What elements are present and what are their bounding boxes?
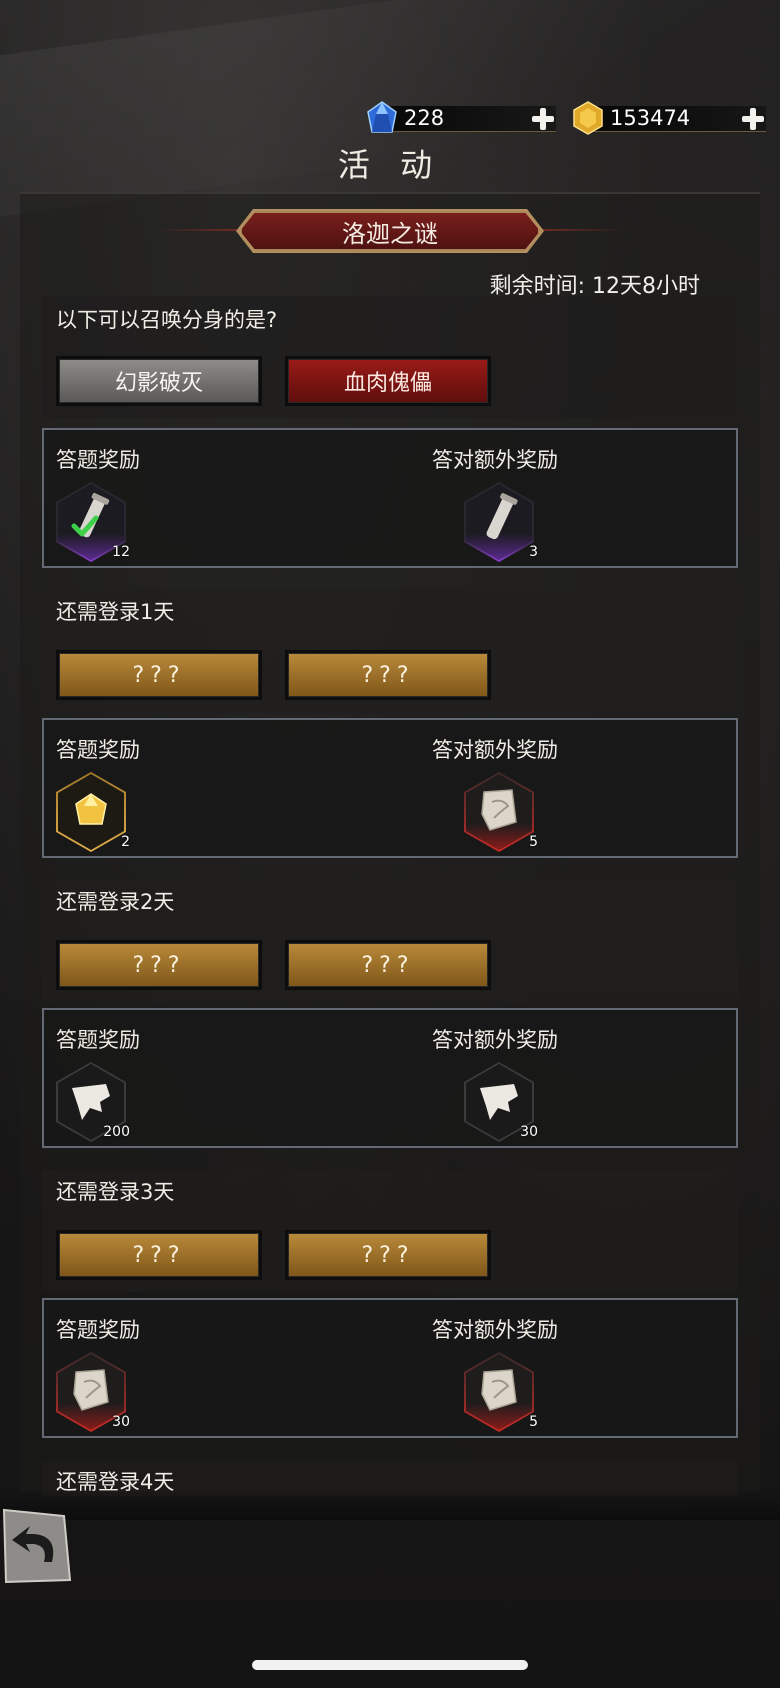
locked-option-1: ??? (56, 650, 262, 700)
back-button[interactable] (0, 1508, 72, 1584)
back-arrow-icon (2, 1508, 72, 1584)
item-count: 5 (529, 1414, 538, 1430)
reward-block: 答题奖励 答对额外奖励 200 30 (42, 1008, 738, 1148)
gold-coin-icon (573, 101, 603, 135)
item-count: 30 (520, 1124, 538, 1140)
locked-option-2: ??? (285, 1230, 491, 1280)
reward-block: 答题奖励 答对额外奖励 30 5 (42, 1298, 738, 1438)
login-requirement: 还需登录2天 (56, 890, 175, 914)
locked-option-1: ??? (56, 1230, 262, 1280)
login-requirement: 还需登录3天 (56, 1180, 175, 1204)
reward-item[interactable]: 2 (56, 772, 130, 852)
reward-item[interactable]: 30 (464, 1062, 538, 1142)
item-count: 12 (112, 544, 130, 560)
extra-reward-label: 答对额外奖励 (432, 1318, 558, 1342)
page-title: 活 动 (337, 146, 443, 184)
reward-item[interactable]: 200 (56, 1062, 130, 1142)
bottom-bar (0, 1490, 780, 1520)
gold-currency: 153474 (570, 101, 766, 135)
reward-block: 答题奖励 答对额外奖励 12 3 (42, 428, 738, 568)
event-banner: 洛迦之谜 (240, 211, 540, 251)
reward-item[interactable]: 12 (56, 482, 130, 562)
answer-option-2[interactable]: 血肉傀儡 (285, 356, 491, 406)
reward-item[interactable]: 30 (56, 1352, 130, 1432)
reward-item[interactable]: 5 (464, 1352, 538, 1432)
extra-reward-label: 答对额外奖励 (432, 738, 558, 762)
extra-reward-label: 答对额外奖励 (432, 1028, 558, 1052)
locked-option-2: ??? (285, 940, 491, 990)
add-gems-button[interactable] (532, 108, 554, 130)
item-count: 200 (103, 1124, 130, 1140)
extra-reward-label: 答对额外奖励 (432, 448, 558, 472)
scroll-icon (486, 493, 518, 540)
locked-question-block: 还需登录3天 ??? ??? (42, 1170, 738, 1292)
gold-amount: 153474 (610, 106, 691, 130)
reward-item[interactable]: 5 (464, 772, 538, 852)
parchment-icon (481, 789, 517, 831)
gem-amount: 228 (404, 106, 445, 130)
quiz-list[interactable]: 以下可以召唤分身的是? 幻影破灭 血肉傀儡 答题奖励 答对额外奖励 12 3 还… (42, 296, 738, 1496)
blue-gem-icon (367, 101, 397, 133)
item-count: 30 (112, 1414, 130, 1430)
gold-crystal-icon (75, 793, 107, 825)
item-count: 2 (121, 834, 130, 850)
item-count: 3 (529, 544, 538, 560)
login-requirement: 还需登录1天 (56, 600, 175, 624)
answer-reward-label: 答题奖励 (56, 1028, 140, 1052)
answer-option-1[interactable]: 幻影破灭 (56, 356, 262, 406)
question-text: 以下可以召唤分身的是? (56, 308, 278, 332)
add-gold-button[interactable] (742, 108, 764, 130)
parchment-icon (481, 1369, 517, 1411)
answer-reward-label: 答题奖励 (56, 448, 140, 472)
locked-option-2: ??? (285, 650, 491, 700)
locked-question-block: 还需登录1天 ??? ??? (42, 590, 738, 712)
locked-question-block: 还需登录2天 ??? ??? (42, 880, 738, 1002)
answer-reward-label: 答题奖励 (56, 1318, 140, 1342)
home-indicator (252, 1660, 528, 1670)
gem-currency: 228 (364, 101, 556, 134)
locked-option-1: ??? (56, 940, 262, 990)
answer-reward-label: 答题奖励 (56, 738, 140, 762)
reward-item[interactable]: 3 (464, 482, 538, 562)
reward-block: 答题奖励 答对额外奖励 2 5 (42, 718, 738, 858)
question-block: 以下可以召唤分身的是? 幻影破灭 血肉傀儡 (42, 296, 738, 418)
item-count: 5 (529, 834, 538, 850)
